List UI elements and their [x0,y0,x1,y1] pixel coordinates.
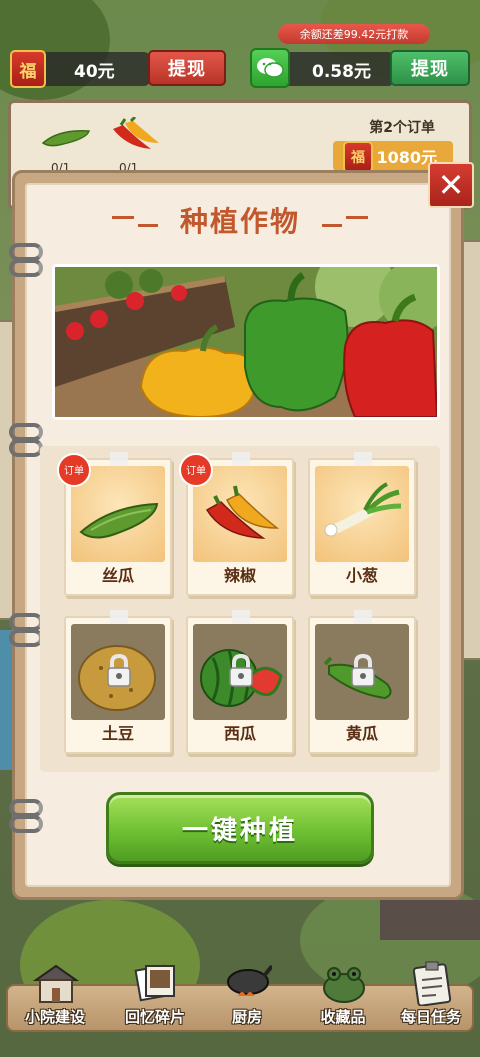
crop-name: 西瓜 [223,724,256,743]
plant-all-label: 一键种植 [181,815,298,846]
nav-label: 回忆碎片 [124,1008,185,1026]
crop-image [315,624,409,720]
lock-icon [229,654,253,687]
order-reward-icon-char: 福 [351,150,365,166]
binder-ring [9,815,43,833]
coupon-withdraw-button[interactable]: 提现 [148,50,226,86]
wechat-withdraw-label: 提现 [411,59,449,80]
wechat-withdraw-button[interactable]: 提现 [390,50,470,86]
wok-icon [227,964,272,996]
coupon-icon-char: 福 [19,61,37,82]
crop-image [193,624,287,720]
scallion-icon [324,482,402,537]
crop-card-cucumber[interactable]: 黄瓜 [308,610,416,754]
balance-tip: 余额还差99.42元打款 [278,24,430,44]
order-reward-icon: 福 [343,141,373,173]
nav-item-kitchen[interactable]: 厨房 [202,958,292,1038]
photos-icon [134,964,175,1002]
balance-tip-text: 余额还差99.42元打款 [299,28,409,41]
coupon-amount: 40元 [74,61,115,82]
card-tape [354,610,372,624]
nav-item-collection[interactable]: 收藏品 [298,958,388,1038]
crop-card-scallion[interactable]: 小葱 [308,452,416,596]
close-button[interactable]: ✕ [428,162,474,208]
crop-name: 辣椒 [223,566,256,585]
card-tape [232,610,250,624]
card-tape [354,452,372,466]
close-icon: ✕ [437,166,465,204]
nav-item-daily-tasks[interactable]: 每日任务 [386,958,476,1038]
crop-image [315,466,409,562]
wechat-amount: 0.58元 [312,61,371,82]
binder-ring [9,629,43,647]
coupon-withdraw-label: 提现 [168,59,206,80]
crop-card-chili[interactable]: 订单 辣椒 [179,452,294,596]
crop-card-watermelon[interactable]: 西瓜 [186,610,294,754]
nav-label: 厨房 [231,1008,262,1026]
frog-statue-icon [323,967,365,1003]
crop-card-loofah[interactable]: 订单 丝瓜 [57,452,172,596]
order-label: 第2个订单 [369,120,435,136]
order-badge-label: 订单 [64,465,84,477]
nav-label: 小院建设 [24,1008,85,1026]
order-badge: 订单 [179,453,213,487]
crop-card-potato[interactable]: 土豆 [64,610,172,754]
lock-icon [351,654,375,687]
nav-item-memories[interactable]: 回忆碎片 [110,958,200,1038]
lock-icon [107,654,131,687]
dialog-title: 种植作物 [179,205,300,238]
binder-ring [9,439,43,457]
order-badge: 订单 [57,453,91,487]
order-item-chili-icon [113,117,159,149]
coupon-icon: 福 [10,50,46,88]
wechat-icon [250,48,290,88]
card-tape [110,452,128,466]
crop-image [71,624,165,720]
order-badge-label: 订单 [186,465,206,477]
card-tape [232,452,250,466]
crop-name: 小葱 [345,566,378,585]
nav-item-courtyard[interactable]: 小院建设 [10,958,100,1038]
binder-ring [9,259,43,277]
house-icon [32,964,80,1003]
plant-all-button[interactable]: 一键种植 [106,792,374,864]
crop-name: 土豆 [101,724,134,743]
crop-name: 丝瓜 [101,566,134,585]
crop-name: 黄瓜 [345,724,378,743]
order-item-loofah-icon [41,130,90,147]
garden-illustration [52,264,440,420]
nav-label: 收藏品 [320,1008,366,1026]
card-tape [110,610,128,624]
clipboard-icon [412,961,452,1006]
nav-label: 每日任务 [400,1008,461,1026]
